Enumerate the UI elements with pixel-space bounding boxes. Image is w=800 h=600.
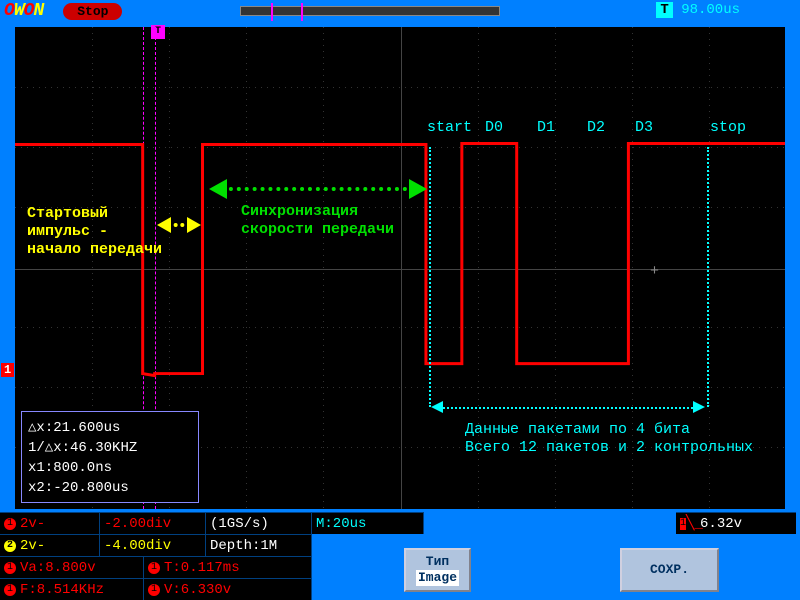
measure-volt: 1V:6.330v	[144, 578, 312, 600]
run-status[interactable]: Stop	[63, 3, 122, 20]
measure-period: 1T:0.117ms	[144, 556, 312, 578]
ch2-position: -4.00div	[100, 534, 206, 556]
packet-annotation: Данные пакетами по 4 бита	[465, 421, 690, 438]
yellow-arrow-icon	[167, 223, 191, 227]
timebase[interactable]: M:20us	[312, 512, 424, 534]
cursor-x1: x1:800.0ns	[28, 458, 192, 478]
cursor-readout-box: △x:21.600us 1/△x:46.30KHZ x1:800.0ns x2:…	[21, 411, 199, 503]
status-bar: 12v- -2.00div (1GS/s) M:20us 1╲_6.32v 22…	[0, 512, 800, 600]
waveform-display[interactable]: T 1 start D0 D1 D2 D3 stop Стартовый имп…	[14, 26, 786, 510]
bit-label: D2	[587, 119, 605, 136]
sync-annotation: Синхронизация	[241, 203, 358, 220]
ch2-coupling[interactable]: 22v-	[0, 534, 100, 556]
start-pulse-annotation: импульс -	[27, 223, 108, 240]
trigger-level[interactable]: 1╲_6.32v	[676, 512, 796, 534]
start-pulse-annotation: Стартовый	[27, 205, 108, 222]
ch1-ground-marker: 1	[1, 363, 14, 377]
cyan-arrow-icon	[439, 407, 697, 409]
cursor-dx: △x:21.600us	[28, 416, 192, 438]
sample-rate: (1GS/s)	[206, 512, 312, 534]
trigger-cross-icon: +	[650, 263, 659, 280]
packet-annotation: Всего 12 пакетов и 2 контрольных	[465, 439, 753, 456]
menu-type-button[interactable]: Тип Image	[404, 548, 471, 592]
horizontal-position-ruler[interactable]	[240, 6, 500, 16]
bit-label: D1	[537, 119, 555, 136]
cyan-bracket-left	[429, 147, 431, 407]
logo: OWON	[4, 1, 43, 21]
cyan-bracket-right	[707, 147, 709, 407]
sync-annotation: скорости передачи	[241, 221, 394, 238]
measure-va: 1Va:8.800v	[0, 556, 144, 578]
bit-label: start	[427, 119, 472, 136]
memory-depth: Depth:1M	[206, 534, 312, 556]
start-pulse-annotation: начало передачи	[27, 241, 162, 258]
ch1-position: -2.00div	[100, 512, 206, 534]
cursor-freq: 1/△x:46.30KHZ	[28, 438, 192, 458]
cursor-x2: x2:-20.800us	[28, 478, 192, 498]
menu-save-button[interactable]: COXP.	[620, 548, 719, 592]
bit-label: D3	[635, 119, 653, 136]
measure-freq: 1F:8.514KHz	[0, 578, 144, 600]
time-offset-readout: T 98.00us	[656, 2, 740, 18]
bit-label: stop	[710, 119, 746, 136]
top-bar: OWON Stop T 98.00us	[0, 0, 800, 22]
green-arrow-icon	[221, 187, 415, 191]
ch1-coupling[interactable]: 12v-	[0, 512, 100, 534]
bit-label: D0	[485, 119, 503, 136]
